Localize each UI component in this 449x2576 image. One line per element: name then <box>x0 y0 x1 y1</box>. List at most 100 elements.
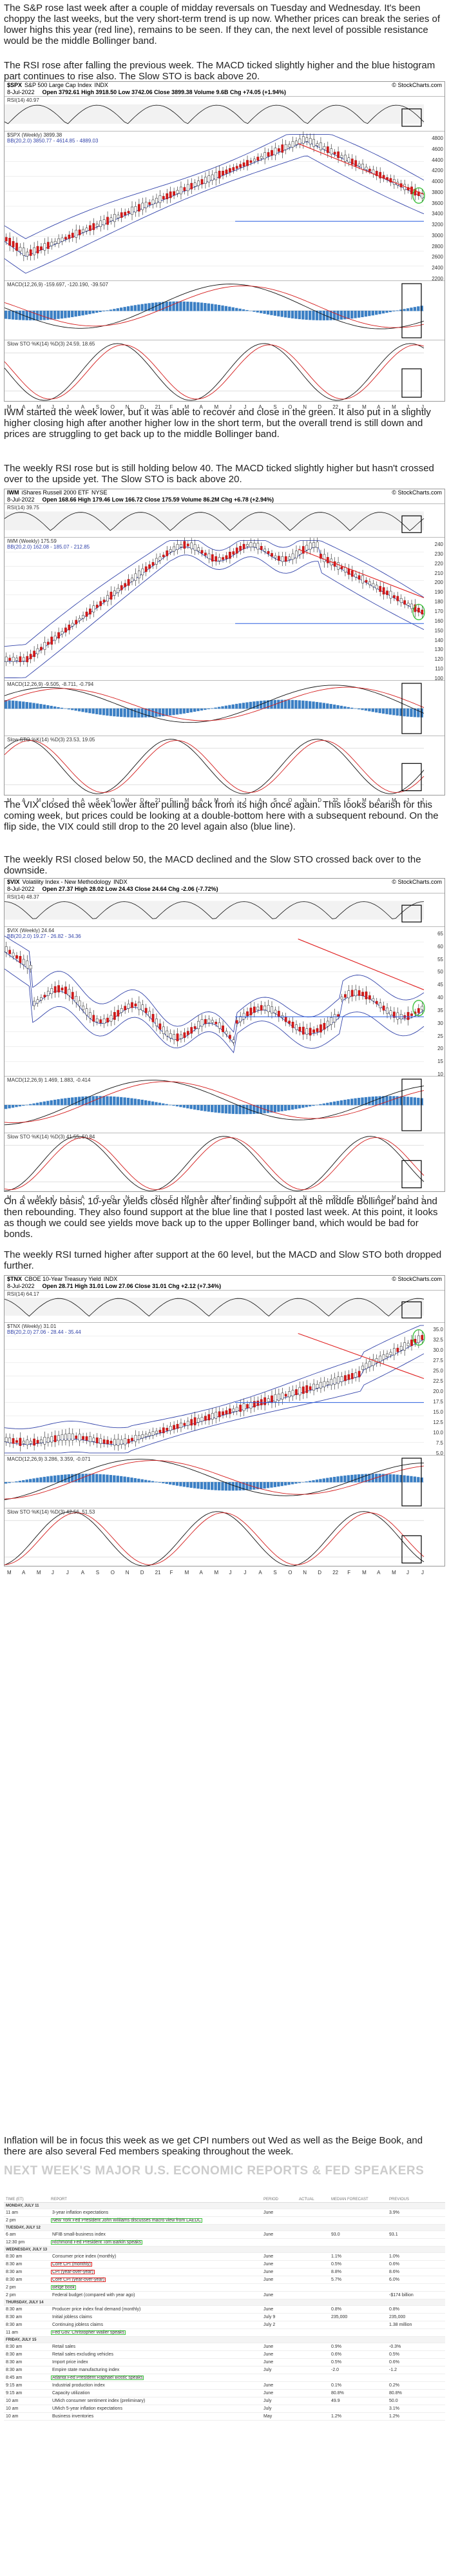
spx-candle <box>33 247 35 255</box>
iwm-candle <box>253 543 256 547</box>
iwm-candle <box>410 603 413 609</box>
econ-forecast: -2.0 <box>329 2366 387 2374</box>
iwm-candle <box>131 578 133 582</box>
econ-actual <box>297 2412 329 2421</box>
vix-candle <box>421 1006 424 1010</box>
econ-report-label: NFIB small-business index <box>52 2232 106 2237</box>
tnx-month-tick: D <box>318 1570 322 1576</box>
econ-actual <box>297 2321 329 2329</box>
econ-forecast <box>329 2283 387 2292</box>
tnx-candle <box>379 1356 382 1362</box>
commentary-iwm-price: IWM started the week lower, but it was a… <box>4 407 431 440</box>
tnx-candle <box>64 1434 67 1441</box>
iwm-candle <box>193 544 196 551</box>
vix-price-plot <box>5 935 425 1062</box>
vix-ohlc: Open 27.37 High 28.02 Low 24.43 Close 24… <box>42 886 218 892</box>
tnx-candle <box>267 1398 270 1402</box>
tnx-month-tick: S <box>95 1570 100 1576</box>
vix-candle <box>82 1006 84 1010</box>
econ-report-row: 8:30 am Core CPI (monthly) June 0.5% 0.6% <box>4 2260 445 2269</box>
vix-candle <box>29 965 32 970</box>
commentary-tnx-price: On a weekly basis, 10-year yields closed… <box>4 1196 438 1240</box>
econ-previous: 0.5% <box>387 2350 445 2359</box>
econ-time: 10 am <box>4 2397 49 2405</box>
spx-candle <box>110 217 113 222</box>
econ-report-label: Beige book <box>51 2285 77 2290</box>
iwm-candle <box>57 632 60 639</box>
col-period: PERIOD <box>262 2197 297 2203</box>
tnx-month-tick: J <box>406 1570 409 1576</box>
vix-candle <box>71 991 74 999</box>
spx-rsi-plot <box>5 104 425 127</box>
spx-sto-plot <box>5 343 425 401</box>
spx-candle <box>40 246 43 250</box>
econ-report: Industrial production index <box>49 2381 262 2390</box>
iwm-candle <box>22 657 25 661</box>
iwm-candle <box>8 658 12 661</box>
econ-time: 10 am <box>4 2405 49 2413</box>
iwm-candle <box>190 542 193 549</box>
col-report: REPORT <box>49 2197 262 2203</box>
vix-candle <box>309 1028 312 1036</box>
iwm-candle <box>274 555 277 558</box>
spx-candle <box>284 144 287 150</box>
econ-actual <box>297 2381 329 2390</box>
econ-report-row: 8:45 am Atlanta Fed President Raphael Bos… <box>4 2374 445 2382</box>
iwm-price-tick: 240 <box>434 542 443 547</box>
iwm-candle <box>344 567 347 572</box>
iwm-rsi-panel: RSI(14) 39.75 <box>5 503 444 537</box>
econ-forecast: 0.1% <box>329 2381 387 2390</box>
iwm-candle <box>173 546 175 552</box>
iwm-candle <box>78 618 81 621</box>
econ-report: Beige book <box>49 2283 262 2292</box>
econ-time: 8:30 am <box>4 2268 49 2276</box>
iwm-candle <box>110 591 113 600</box>
iwm-candle <box>225 555 228 560</box>
commentary-iwm-indicators: The weekly RSI rose but is still holding… <box>4 463 434 485</box>
vix-candle <box>176 1033 179 1042</box>
vix-candle <box>190 1027 193 1034</box>
tnx-candle <box>169 1426 172 1431</box>
spx-candle <box>298 139 301 144</box>
vix-candle <box>99 1019 102 1023</box>
iwm-candle <box>295 551 298 559</box>
econ-day-header: THURSDAY, JULY 14 <box>4 2299 445 2306</box>
tnx-sto-highlight-box <box>401 1535 422 1564</box>
spx-candle <box>36 246 39 254</box>
econ-report-label: Atlanta Fed President Raphael Bostic spe… <box>51 2376 144 2380</box>
econ-calendar-table: TIME (ET) REPORT PERIOD ACTUAL MEDIAN FO… <box>4 2197 445 2421</box>
spx-candle <box>337 151 339 159</box>
econ-forecast <box>329 2238 387 2247</box>
vix-candle <box>61 988 64 991</box>
tnx-candle <box>288 1391 291 1398</box>
econ-previous: 0.2% <box>387 2381 445 2390</box>
econ-report-label: CPI (year-over-year) <box>51 2270 95 2274</box>
tnx-candle <box>410 1340 413 1346</box>
spx-ohlc-row: 8-Jul-2022 Open 3792.61 High 3918.50 Low … <box>7 89 286 96</box>
tnx-candle <box>271 1395 273 1403</box>
vix-name: Volatility Index - New Methodology <box>22 879 111 885</box>
vix-weekly-chart: $VIX Volatility Index - New Methodology IN… <box>4 878 445 1200</box>
tnx-candle <box>284 1394 287 1397</box>
spx-candle <box>218 170 221 179</box>
iwm-candle <box>249 542 253 547</box>
iwm-candle <box>235 547 238 554</box>
vix-candle <box>389 1010 392 1016</box>
spx-candle <box>46 242 50 249</box>
iwm-candle <box>298 549 301 555</box>
spx-candle <box>124 211 127 215</box>
econ-actual <box>297 2276 329 2284</box>
iwm-candle <box>347 569 350 575</box>
tnx-price-tick: 22.5 <box>433 1378 443 1384</box>
tnx-rsi-plot <box>5 1298 425 1319</box>
econ-period: June <box>262 2291 297 2299</box>
tnx-month-tick: M <box>362 1570 367 1576</box>
iwm-candle <box>75 620 78 625</box>
econ-time: 2 pm <box>4 2216 49 2225</box>
econ-time: 8:30 am <box>4 2276 49 2284</box>
econ-day-label: FRIDAY, JULY 15 <box>4 2336 445 2343</box>
spx-date: 8-Jul-2022 <box>7 89 35 95</box>
iwm-candle <box>316 542 319 548</box>
tnx-candle <box>207 1414 211 1421</box>
econ-previous: 50.0 <box>387 2397 445 2405</box>
